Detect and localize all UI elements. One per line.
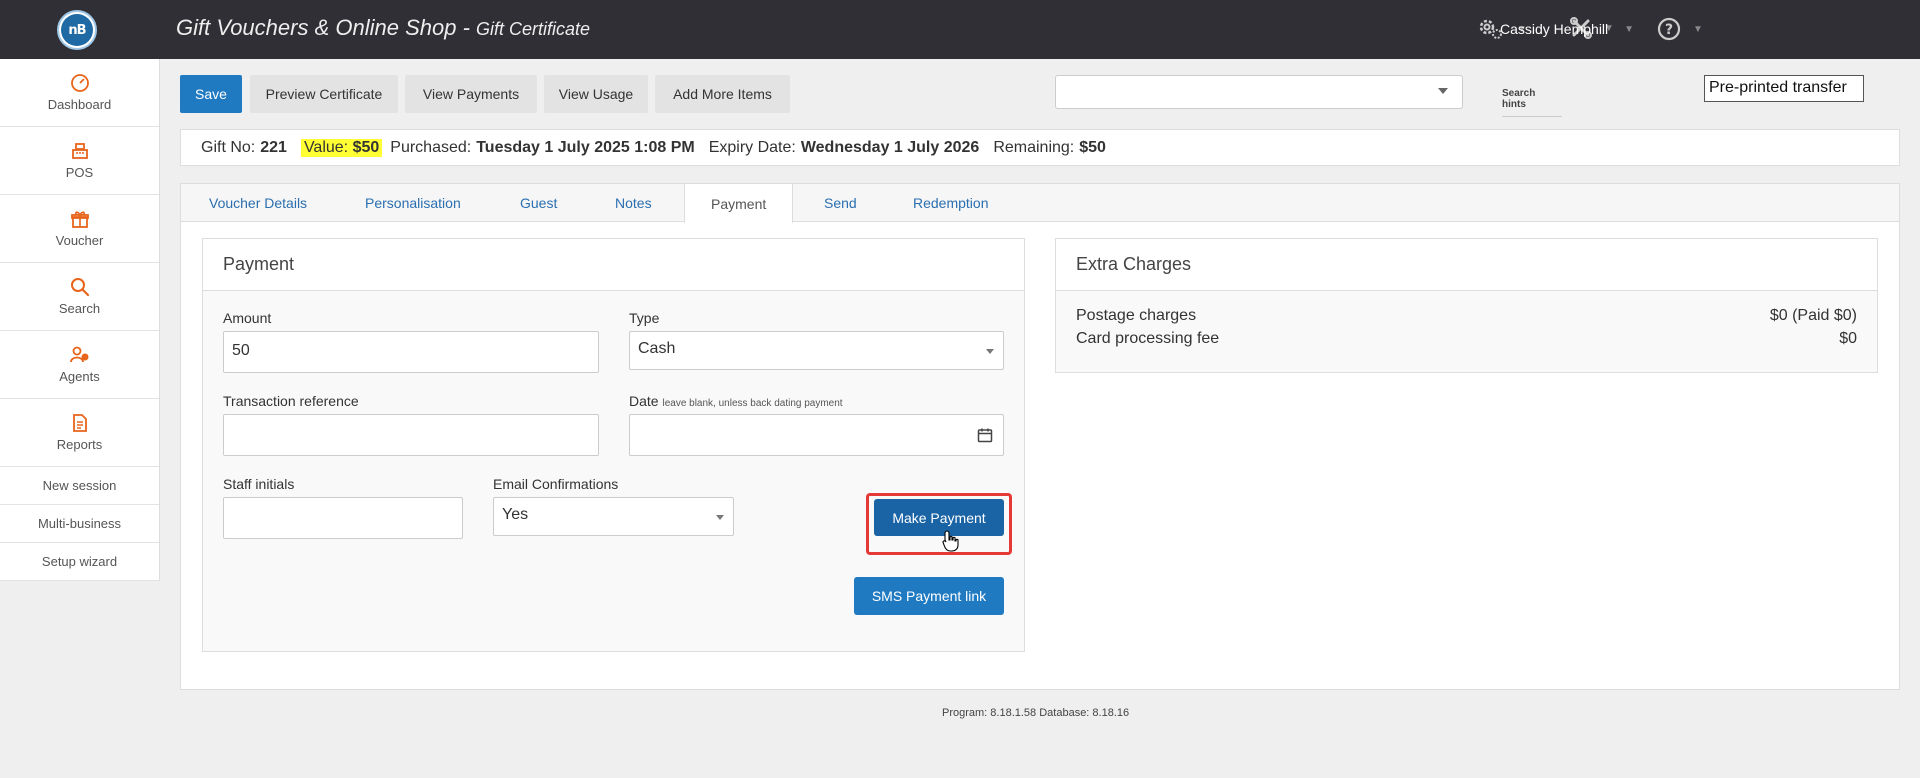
search-hints-link[interactable]: Search hints [1502, 88, 1562, 117]
tab-redemption[interactable]: Redemption [913, 184, 989, 222]
save-button[interactable]: Save [180, 75, 242, 113]
brand-logo[interactable]: nB [57, 10, 97, 50]
remaining-value: $50 [1079, 138, 1106, 156]
voucher-summary: Gift No: 221 Value: $50 Purchased: Tuesday… [180, 129, 1900, 166]
sms-payment-link-button[interactable]: SMS Payment link [854, 577, 1004, 615]
charge-label: Card processing fee [1076, 330, 1220, 347]
sidebar-item-label: POS [65, 165, 94, 180]
amount-input[interactable]: 50 [223, 331, 599, 373]
sidebar-link-new-session[interactable]: New session [0, 467, 159, 505]
search-select[interactable] [1055, 75, 1463, 109]
agents-icon [69, 346, 88, 363]
dropdown-arrow-icon [716, 515, 724, 520]
transaction-reference-input[interactable] [223, 414, 599, 456]
sidebar-item-agents[interactable]: Agents [0, 331, 159, 399]
gift-icon [70, 211, 89, 228]
gift-no-value: 221 [260, 138, 287, 156]
sidebar-item-label: Voucher [55, 233, 104, 248]
extra-charges-panel: Extra Charges Postage charges $0 (Paid $… [1055, 238, 1878, 373]
extra-charges-list: Postage charges $0 (Paid $0) Card proces… [1056, 291, 1877, 348]
preprinted-transfer-input[interactable]: Pre-printed transfer [1704, 75, 1864, 102]
tab-guest[interactable]: Guest [520, 184, 557, 222]
top-bar: nB Gift Vouchers & Online Shop - Gift Ce… [0, 0, 1920, 59]
purchased-label: Purchased: [390, 138, 472, 156]
tab-voucher-details[interactable]: Voucher Details [209, 184, 307, 222]
chevron-down-icon: ▼ [1624, 23, 1635, 35]
gift-no-label: Gift No: [201, 138, 256, 156]
tab-payment[interactable]: Payment [684, 184, 794, 223]
charge-row: Card processing fee $0 [1076, 330, 1857, 348]
sidebar-item-search[interactable]: Search [0, 263, 159, 331]
charge-label: Postage charges [1076, 307, 1197, 324]
value-amount: $50 [352, 138, 380, 156]
purchased-value: Tuesday 1 July 2025 1:08 PM [476, 138, 695, 156]
email-confirmations-label: Email Confirmations [493, 476, 619, 492]
preview-certificate-button[interactable]: Preview Certificate [250, 75, 398, 113]
sidebar-item-dashboard[interactable]: Dashboard [0, 59, 159, 127]
sidebar-item-voucher[interactable]: Voucher [0, 195, 159, 263]
view-payments-button[interactable]: View Payments [405, 75, 537, 113]
svg-text:?: ? [1665, 22, 1673, 38]
help-icon: ? [1657, 17, 1681, 41]
tab-send[interactable]: Send [824, 184, 857, 222]
tab-personalisation[interactable]: Personalisation [365, 184, 461, 222]
sidebar: Dashboard POS Voucher Search Agents Repo… [0, 59, 160, 581]
payment-panel-title: Payment [203, 239, 1024, 291]
charge-value: $0 [1839, 330, 1857, 347]
user-menu[interactable]: Cassidy Hemphill ▼ [1500, 21, 1634, 37]
staff-initials-label: Staff initials [223, 476, 295, 492]
add-more-items-button[interactable]: Add More Items [655, 75, 790, 113]
search-icon [70, 278, 89, 297]
type-select-value: Cash [638, 340, 676, 357]
date-hint: leave blank, unless back dating payment [662, 398, 843, 409]
sidebar-item-pos[interactable]: POS [0, 127, 159, 195]
type-select[interactable]: Cash [629, 331, 1004, 370]
register-icon [71, 143, 88, 159]
help-menu[interactable]: ? ▼ [1657, 17, 1703, 41]
version-footer: Program: 8.18.1.58 Database: 8.18.16 [942, 707, 1130, 719]
calendar-icon[interactable] [977, 427, 993, 443]
value-highlight: Value: $50 [300, 138, 383, 157]
tab-notes[interactable]: Notes [615, 184, 652, 222]
expiry-value: Wednesday 1 July 2026 [800, 138, 980, 156]
email-confirmations-select[interactable]: Yes [493, 497, 734, 536]
expiry-label: Expiry Date: [708, 138, 796, 156]
page-subtitle: Gift Certificate [476, 19, 591, 39]
date-label-text: Date [629, 393, 659, 409]
app-title: Gift Vouchers & Online Shop [176, 15, 457, 40]
sidebar-item-reports[interactable]: Reports [0, 399, 159, 467]
sidebar-item-label: Agents [59, 369, 100, 384]
sidebar-item-label: Reports [56, 437, 103, 452]
date-input[interactable] [629, 414, 1004, 456]
remaining-label: Remaining: [993, 138, 1075, 156]
user-name: Cassidy Hemphill [1500, 21, 1609, 37]
hand-cursor-icon [942, 530, 959, 552]
extra-charges-title: Extra Charges [1056, 239, 1877, 291]
page-title: Gift Vouchers & Online Shop - Gift Certi… [176, 15, 590, 41]
dropdown-arrow-icon [986, 349, 994, 354]
amount-label: Amount [223, 310, 272, 326]
sidebar-link-setup-wizard[interactable]: Setup wizard [0, 543, 159, 581]
transaction-reference-label: Transaction reference [223, 393, 359, 409]
tab-bar: Voucher Details Personalisation Guest No… [181, 184, 1899, 223]
staff-initials-input[interactable] [223, 497, 463, 539]
charge-row: Postage charges $0 (Paid $0) [1076, 307, 1857, 325]
sidebar-item-label: Search [58, 301, 101, 316]
sidebar-link-multi-business[interactable]: Multi-business [0, 505, 159, 543]
type-label: Type [629, 310, 660, 326]
chevron-down-icon: ▼ [1693, 23, 1703, 35]
title-separator: - [456, 15, 477, 40]
make-payment-button[interactable]: Make Payment [874, 499, 1004, 536]
view-usage-button[interactable]: View Usage [544, 75, 648, 113]
date-label: Date leave blank, unless back dating pay… [629, 393, 843, 409]
charge-value: $0 (Paid $0) [1769, 307, 1857, 324]
sidebar-item-label: Dashboard [47, 97, 112, 112]
report-icon [72, 414, 87, 432]
value-label: Value: [303, 138, 349, 156]
email-confirmations-value: Yes [502, 506, 529, 523]
dashboard-icon [70, 74, 89, 92]
dropdown-arrow-icon [1438, 88, 1448, 94]
